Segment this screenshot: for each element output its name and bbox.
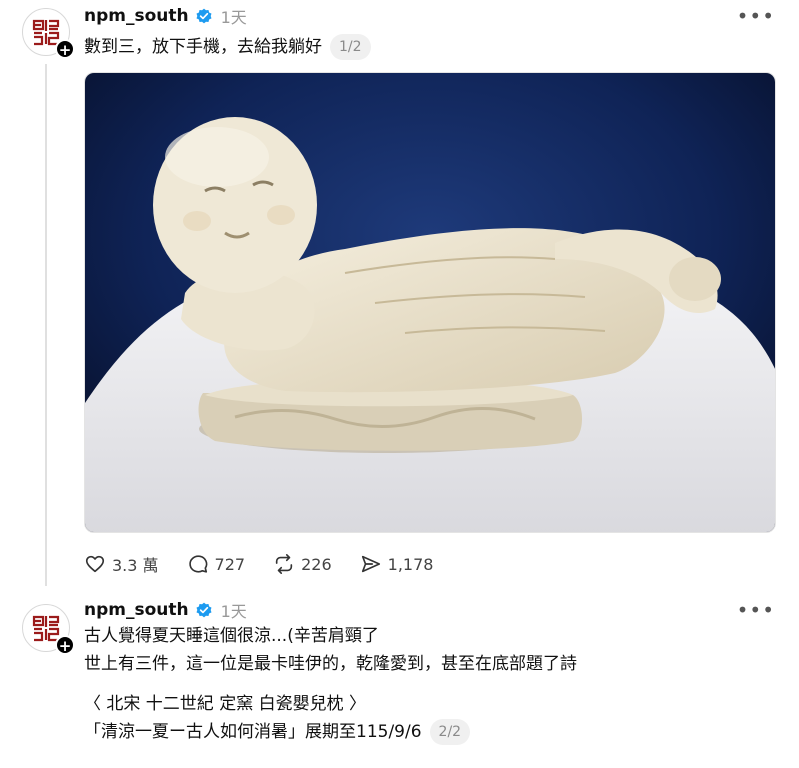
- share-button[interactable]: 1,178: [360, 553, 434, 575]
- post-image[interactable]: [84, 72, 776, 533]
- thread-line: [45, 64, 47, 586]
- post-text-line-1: 古人覺得夏天睡這個很涼...(辛苦肩頸了: [84, 626, 379, 646]
- username[interactable]: npm_south: [84, 600, 189, 620]
- porcelain-pillow-photo: [85, 73, 775, 532]
- post-time[interactable]: 1天: [221, 4, 247, 28]
- museum-logo-icon: [32, 615, 60, 642]
- send-icon: [361, 555, 380, 573]
- more-options-icon[interactable]: •••: [737, 598, 775, 622]
- verified-badge-icon: [196, 8, 212, 24]
- post-text-line-3: 〈 北宋 十二世紀 定窯 白瓷嬰兒枕 〉: [84, 694, 367, 714]
- post-text-body: 數到三，放下手機，去給我躺好: [84, 37, 322, 57]
- comment-count: 727: [214, 554, 246, 574]
- follow-plus-icon[interactable]: +: [55, 39, 75, 59]
- post-header: npm_south 1天: [84, 598, 247, 622]
- repost-count: 226: [301, 554, 332, 574]
- comment-button[interactable]: 727: [187, 553, 246, 575]
- post-actions: 3.3 萬 727 226 1,178: [84, 552, 461, 576]
- username[interactable]: npm_south: [84, 6, 189, 26]
- pager-badge: 1/2: [330, 34, 371, 60]
- heart-icon: [85, 555, 105, 573]
- avatar[interactable]: +: [22, 8, 75, 59]
- avatar[interactable]: +: [22, 604, 75, 655]
- post-text-line-4-body: 「清涼一夏ー古人如何消暑」展期至115/9/6: [84, 722, 422, 742]
- share-count: 1,178: [387, 554, 434, 574]
- post-text: 古人覺得夏天睡這個很涼...(辛苦肩頸了 世上有三件，這一位是最卡哇伊的，乾隆愛…: [84, 622, 577, 746]
- follow-plus-icon[interactable]: +: [55, 635, 75, 655]
- post-text-line-4: 「清涼一夏ー古人如何消暑」展期至115/9/6 2/2: [84, 718, 577, 746]
- repost-icon: [275, 554, 293, 574]
- more-options-icon[interactable]: •••: [737, 4, 775, 28]
- like-count: 3.3 萬: [112, 556, 159, 575]
- post-time[interactable]: 1天: [221, 598, 247, 622]
- verified-badge-icon: [196, 602, 212, 618]
- post-text-line-2: 世上有三件，這一位是最卡哇伊的，乾隆愛到，甚至在底部題了詩: [84, 654, 577, 674]
- museum-logo-icon: [32, 19, 60, 46]
- comment-icon: [188, 555, 207, 573]
- pager-badge: 2/2: [429, 719, 471, 745]
- repost-button[interactable]: 226: [273, 553, 332, 575]
- post-text: 數到三，放下手機，去給我躺好 1/2: [84, 33, 371, 61]
- like-button[interactable]: 3.3 萬: [84, 552, 159, 576]
- post-header: npm_south 1天: [84, 4, 247, 28]
